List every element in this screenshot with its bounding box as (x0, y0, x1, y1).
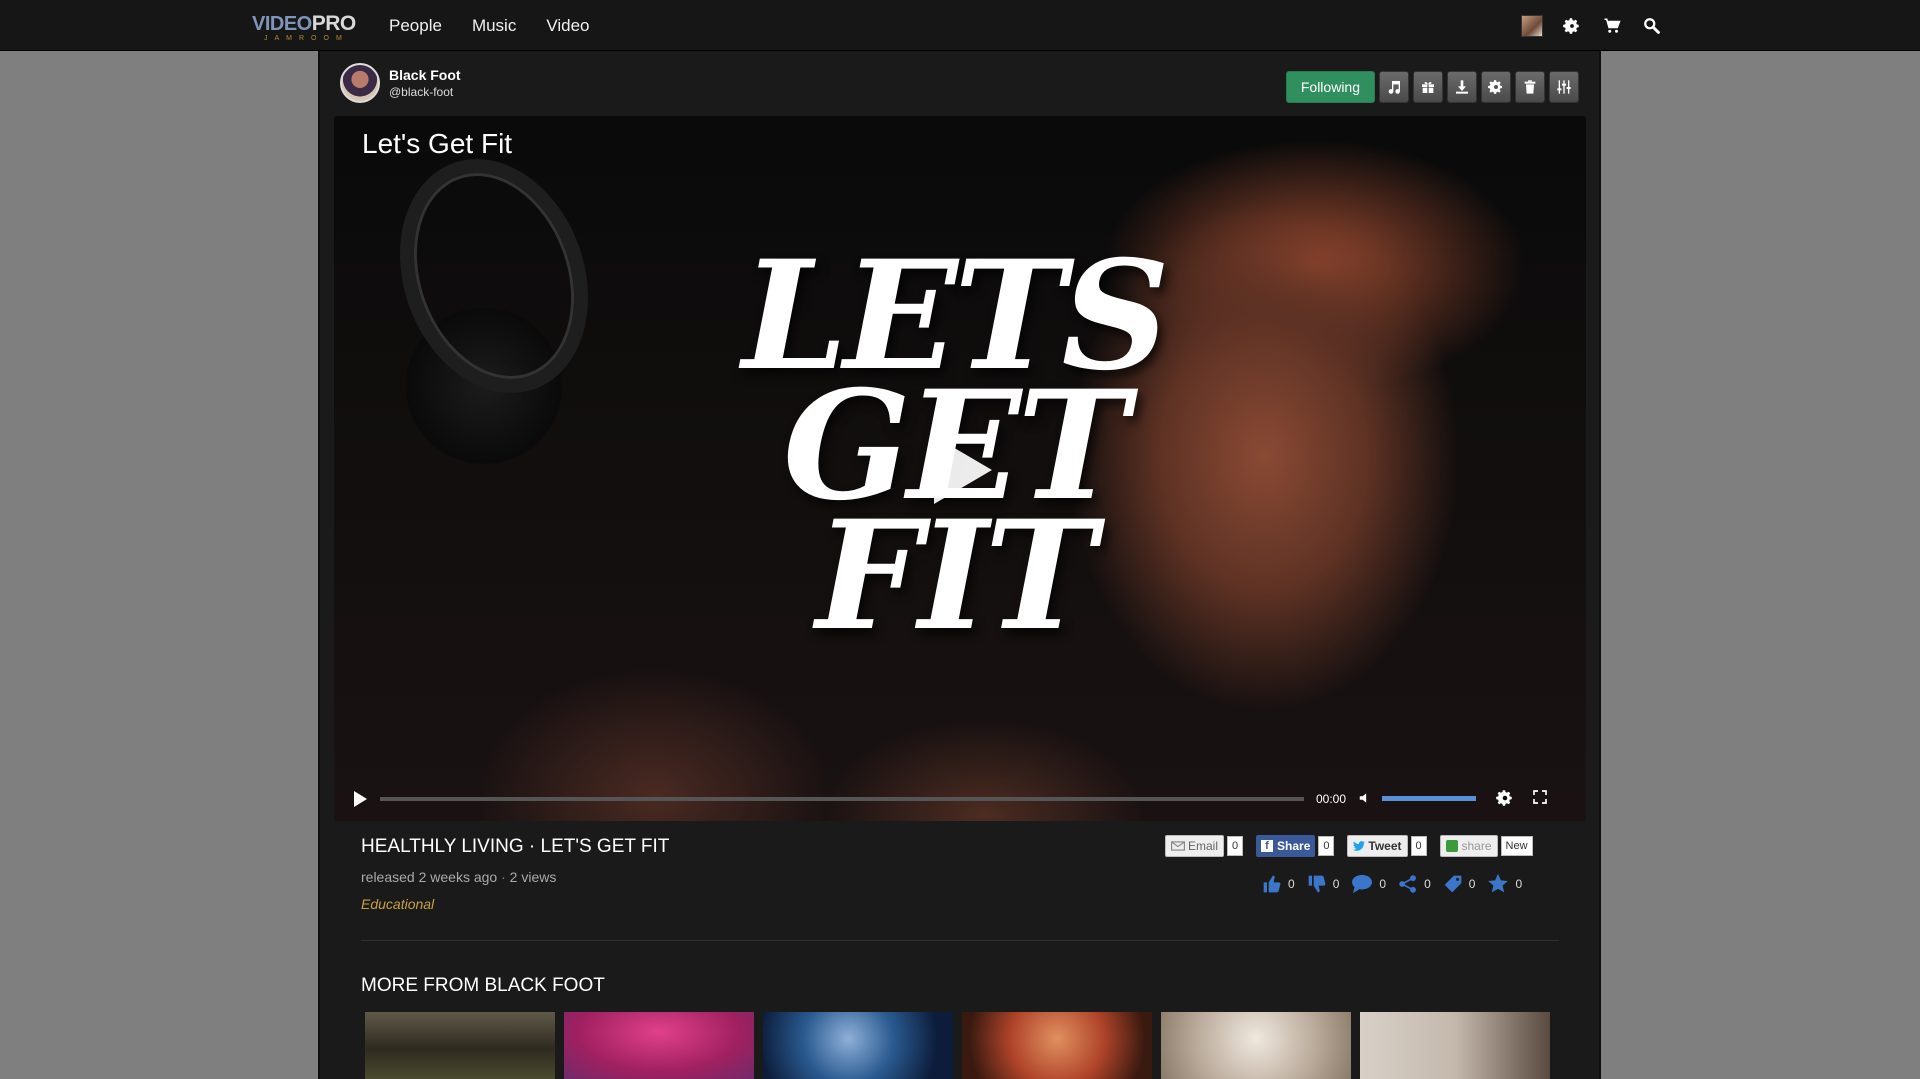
main-panel: Black Foot @black-foot Following Let's G… (318, 51, 1601, 1079)
comment-icon (1352, 874, 1373, 894)
tag-icon (1444, 875, 1462, 893)
video-thumbnail[interactable] (763, 1012, 953, 1079)
site-logo[interactable]: VIDEOPRO JAMROOM (252, 12, 360, 43)
video-meta: released 2 weeks ago · 2 views (361, 869, 557, 885)
nav-item-people[interactable]: People (389, 16, 442, 36)
video-thumbnail[interactable] (564, 1012, 754, 1079)
generic-share-label: share (1461, 839, 1492, 853)
email-share-button[interactable]: Email (1165, 835, 1225, 857)
avatar (1521, 15, 1543, 37)
main-nav: People Music Video (389, 16, 620, 36)
tweet-label: Tweet (1368, 839, 1402, 853)
volume-slider[interactable] (1382, 796, 1476, 801)
thumbs-down-icon (1308, 875, 1326, 893)
profile-name[interactable]: Black Foot (389, 67, 461, 83)
nav-item-video[interactable]: Video (546, 16, 589, 36)
download-icon[interactable] (1447, 71, 1477, 103)
dislike-count: 0 (1332, 877, 1340, 891)
video-thumbnail[interactable] (1360, 1012, 1550, 1079)
play-overlay-button[interactable] (934, 436, 992, 504)
facebook-share-label: Share (1277, 839, 1311, 853)
star-icon (1488, 873, 1509, 893)
adjust-icon[interactable] (1549, 71, 1579, 103)
like-count: 0 (1288, 877, 1295, 891)
divider (361, 940, 1559, 941)
generic-share-count: New (1500, 836, 1533, 856)
share-icon (1445, 840, 1458, 852)
nav-icons (1512, 14, 1672, 38)
video-thumbnail[interactable] (962, 1012, 1152, 1079)
fullscreen-icon[interactable] (1532, 789, 1548, 810)
share-count-button[interactable]: 0 (1398, 874, 1431, 894)
release-date: released 2 weeks ago (361, 869, 498, 885)
comment-button[interactable]: 0 (1351, 874, 1386, 894)
facebook-share-button[interactable]: f Share (1256, 835, 1316, 857)
profile-handle: @black-foot (389, 85, 454, 99)
tag-count: 0 (1468, 877, 1476, 891)
profile-header[interactable]: Black Foot @black-foot (340, 63, 461, 103)
like-button[interactable]: 0 (1262, 874, 1295, 894)
time-display: 00:00 (1316, 792, 1347, 806)
tweet-button[interactable]: Tweet (1347, 835, 1408, 857)
progress-track[interactable] (380, 797, 1304, 801)
gift-icon[interactable] (1413, 71, 1443, 103)
video-player[interactable]: Let's Get Fit LETS GET FIT 00:00 (334, 116, 1586, 821)
video-overlay-title: Let's Get Fit (362, 128, 513, 159)
top-navbar: VIDEOPRO JAMROOM People Music Video (0, 0, 1920, 51)
rating-button[interactable]: 0 (1487, 873, 1522, 895)
volume-icon[interactable] (1358, 790, 1372, 811)
generic-share-button[interactable]: share (1439, 835, 1498, 857)
share-buttons: Email 0 f Share 0 Tweet 0 share New (1165, 835, 1533, 857)
player-controls: 00:00 (334, 777, 1586, 821)
comment-count: 0 (1379, 877, 1387, 891)
tweet-count: 0 (1410, 836, 1427, 856)
rating-count: 0 (1515, 877, 1523, 891)
profile-actions: Following (1285, 71, 1579, 103)
more-section-title: MORE FROM BLACK FOOT (361, 975, 605, 996)
reaction-bar: 0 0 0 0 0 0 (1262, 873, 1534, 895)
gear-icon[interactable] (1552, 14, 1592, 38)
trash-icon[interactable] (1515, 71, 1545, 103)
video-thumbnail[interactable] (1161, 1012, 1351, 1079)
share-count: 0 (1424, 877, 1431, 891)
following-button[interactable]: Following (1285, 71, 1375, 103)
logo-text: VIDEO (252, 13, 312, 35)
category-link[interactable]: Educational (361, 896, 434, 912)
user-avatar-button[interactable] (1512, 14, 1552, 38)
search-icon[interactable] (1632, 14, 1672, 38)
facebook-icon: f (1261, 840, 1274, 852)
dislike-button[interactable]: 0 (1307, 874, 1340, 894)
email-share-count: 0 (1227, 836, 1244, 856)
video-title: HEALTHLY LIVING · LET'S GET FIT (361, 836, 670, 857)
music-note-icon[interactable] (1379, 71, 1409, 103)
share-nodes-icon (1399, 875, 1416, 893)
play-icon[interactable] (354, 791, 367, 807)
profile-avatar[interactable] (340, 63, 380, 103)
settings-icon[interactable] (1481, 71, 1511, 103)
more-videos-list (365, 1012, 1559, 1079)
thumbs-up-icon (1263, 875, 1281, 893)
logo-subtext: JAMROOM (264, 35, 349, 42)
facebook-share-count: 0 (1318, 836, 1335, 856)
player-settings-icon[interactable] (1496, 789, 1514, 812)
tag-button[interactable]: 0 (1443, 874, 1476, 894)
cart-icon[interactable] (1592, 14, 1632, 38)
nav-item-music[interactable]: Music (472, 16, 516, 36)
twitter-icon (1353, 841, 1366, 851)
view-count: 2 views (509, 869, 557, 885)
email-share-label: Email (1188, 839, 1219, 853)
logo-text-pro: PRO (311, 12, 357, 35)
video-thumbnail[interactable] (365, 1012, 555, 1079)
